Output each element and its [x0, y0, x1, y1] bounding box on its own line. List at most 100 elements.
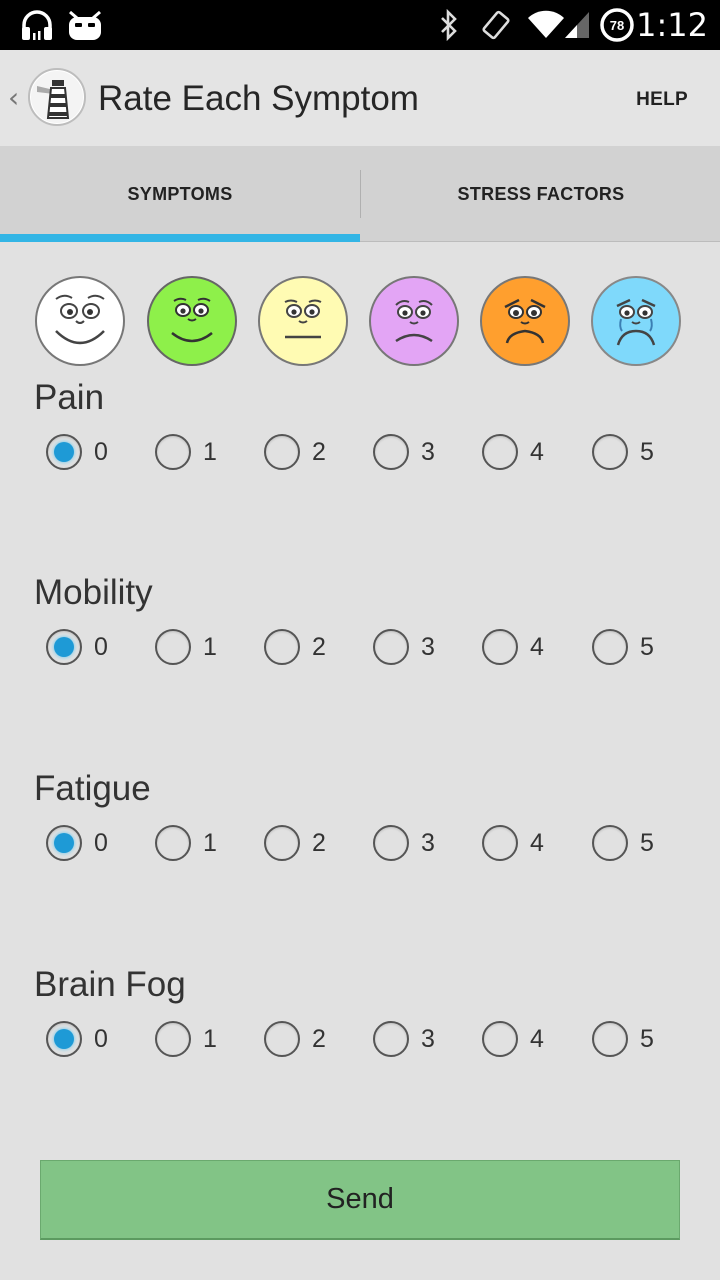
radio-label: 5	[640, 1025, 654, 1053]
radio-option[interactable]: 3	[373, 823, 435, 863]
radio-label: 0	[94, 633, 108, 661]
symptom-label: Mobility	[34, 573, 153, 612]
radio-circle[interactable]	[373, 629, 409, 665]
radio-option[interactable]: 2	[264, 627, 326, 667]
neutral-face-icon	[257, 275, 349, 367]
radio-option[interactable]: 1	[155, 1019, 217, 1059]
radio-circle[interactable]	[155, 629, 191, 665]
radio-option[interactable]: 0	[46, 627, 108, 667]
radio-label: 4	[530, 829, 544, 857]
radio-label: 3	[421, 633, 435, 661]
radio-label: 2	[312, 829, 326, 857]
lighthouse-logo-icon[interactable]	[28, 68, 86, 126]
radio-label: 2	[312, 438, 326, 466]
radio-label: 1	[203, 438, 217, 466]
headphones-icon	[18, 6, 56, 44]
radio-option[interactable]: 1	[155, 627, 217, 667]
radio-option[interactable]: 3	[373, 432, 435, 472]
symptom-label: Pain	[34, 378, 105, 417]
cell-signal-icon	[562, 6, 592, 44]
radio-option[interactable]: 5	[592, 1019, 654, 1059]
radio-circle[interactable]	[46, 1021, 82, 1057]
tab-selected-indicator	[0, 234, 360, 242]
clock: 1:12	[636, 6, 708, 44]
radio-label: 1	[203, 633, 217, 661]
radio-label: 3	[421, 1025, 435, 1053]
radio-option[interactable]: 5	[592, 627, 654, 667]
radio-circle[interactable]	[155, 434, 191, 470]
tab-bar: SYMPTOMS STRESS FACTORS	[0, 146, 720, 242]
tab-divider	[360, 170, 361, 218]
radio-option[interactable]: 5	[592, 432, 654, 472]
battery-level: 78	[610, 18, 624, 33]
cyanogen-droid-icon	[66, 6, 104, 44]
radio-option[interactable]: 1	[155, 432, 217, 472]
radio-option[interactable]: 4	[482, 627, 544, 667]
radio-option[interactable]: 0	[46, 432, 108, 472]
radio-label: 0	[94, 438, 108, 466]
radio-option[interactable]: 2	[264, 432, 326, 472]
radio-option[interactable]: 1	[155, 823, 217, 863]
radio-option[interactable]: 4	[482, 823, 544, 863]
radio-label: 1	[203, 829, 217, 857]
radio-circle[interactable]	[482, 434, 518, 470]
radio-option[interactable]: 4	[482, 432, 544, 472]
radio-circle[interactable]	[482, 825, 518, 861]
tab-stress-factors[interactable]: STRESS FACTORS	[362, 146, 720, 242]
radio-circle[interactable]	[592, 1021, 628, 1057]
radio-label: 5	[640, 438, 654, 466]
radio-circle[interactable]	[264, 1021, 300, 1057]
radio-circle[interactable]	[592, 825, 628, 861]
radio-label: 4	[530, 438, 544, 466]
radio-circle[interactable]	[155, 1021, 191, 1057]
radio-label: 1	[203, 1025, 217, 1053]
radio-label: 0	[94, 1025, 108, 1053]
page-title: Rate Each Symptom	[98, 79, 419, 118]
radio-label: 2	[312, 633, 326, 661]
radio-circle[interactable]	[482, 629, 518, 665]
radio-circle[interactable]	[264, 434, 300, 470]
worried-face-icon	[479, 275, 571, 367]
radio-option[interactable]: 0	[46, 823, 108, 863]
tab-symptoms[interactable]: SYMPTOMS	[0, 146, 360, 242]
wifi-icon	[526, 6, 566, 44]
send-button[interactable]: Send	[40, 1160, 680, 1240]
radio-label: 0	[94, 829, 108, 857]
radio-option[interactable]: 0	[46, 1019, 108, 1059]
radio-circle[interactable]	[264, 629, 300, 665]
radio-label: 4	[530, 1025, 544, 1053]
radio-circle[interactable]	[373, 434, 409, 470]
radio-circle[interactable]	[373, 825, 409, 861]
happy-face-icon	[146, 275, 238, 367]
sad-face-icon	[368, 275, 460, 367]
radio-circle[interactable]	[592, 629, 628, 665]
battery-icon: 78	[598, 6, 636, 44]
radio-circle[interactable]	[373, 1021, 409, 1057]
radio-option[interactable]: 3	[373, 627, 435, 667]
radio-option[interactable]: 2	[264, 823, 326, 863]
action-bar: ‹ Rate Each Symptom HELP	[0, 50, 720, 146]
symptom-label: Brain Fog	[34, 965, 186, 1004]
chevron-left-icon[interactable]: ‹	[8, 80, 19, 116]
radio-option[interactable]: 5	[592, 823, 654, 863]
bluetooth-icon	[436, 6, 462, 44]
radio-circle[interactable]	[155, 825, 191, 861]
rotation-icon	[478, 6, 516, 44]
radio-circle[interactable]	[482, 1021, 518, 1057]
radio-option[interactable]: 4	[482, 1019, 544, 1059]
radio-label: 3	[421, 829, 435, 857]
status-bar: 78 1:12	[0, 0, 720, 50]
radio-option[interactable]: 3	[373, 1019, 435, 1059]
very-happy-face-icon	[34, 275, 126, 367]
radio-label: 3	[421, 438, 435, 466]
radio-circle[interactable]	[264, 825, 300, 861]
help-button[interactable]: HELP	[636, 88, 688, 112]
radio-option[interactable]: 2	[264, 1019, 326, 1059]
radio-circle[interactable]	[46, 629, 82, 665]
symptom-label: Fatigue	[34, 769, 151, 808]
radio-circle[interactable]	[46, 434, 82, 470]
radio-circle[interactable]	[592, 434, 628, 470]
crying-face-icon	[590, 275, 682, 367]
face-scale	[34, 275, 694, 367]
radio-circle[interactable]	[46, 825, 82, 861]
